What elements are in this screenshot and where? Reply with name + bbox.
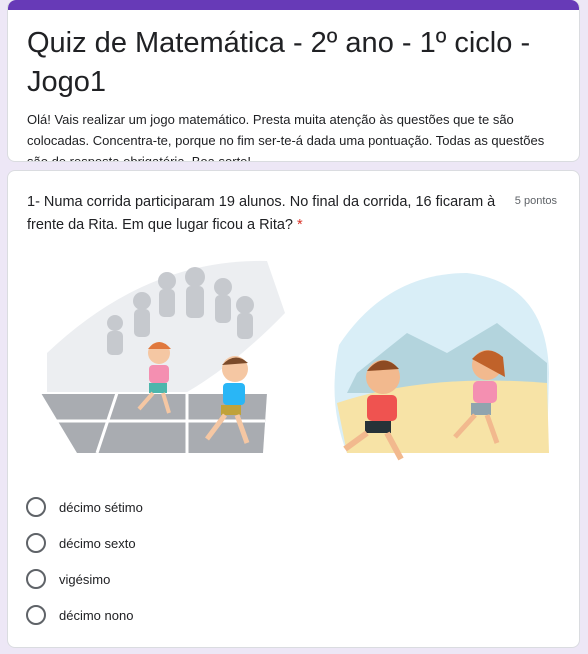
- option-decimo-sexto[interactable]: décimo sexto: [26, 525, 143, 561]
- option-decimo-nono[interactable]: décimo nono: [26, 597, 143, 633]
- question-text: 1- Numa corrida participaram 19 alunos. …: [27, 194, 496, 233]
- answer-options: décimo sétimo décimo sexto vigésimo déci…: [26, 489, 143, 633]
- option-label: décimo sexto: [59, 535, 136, 551]
- option-label: décimo nono: [59, 607, 134, 623]
- radio-button[interactable]: [26, 497, 46, 517]
- option-label: vigésimo: [59, 571, 111, 587]
- radio-button[interactable]: [26, 605, 46, 625]
- option-vigesimo[interactable]: vigésimo: [26, 561, 143, 597]
- form-header-card: Quiz de Matemática - 2º ano - 1º ciclo -…: [7, 0, 580, 162]
- question-points: 5 pontos: [514, 195, 557, 207]
- option-label: décimo sétimo: [59, 499, 143, 515]
- radio-button[interactable]: [26, 569, 46, 589]
- left-scene-image: [41, 260, 285, 454]
- form-title: Quiz de Matemática - 2º ano - 1º ciclo -…: [27, 27, 531, 98]
- form-description: Olá! Vais realizar um jogo matemático. P…: [27, 112, 545, 162]
- accent-bar: [8, 0, 579, 10]
- question-card: 1- Numa corrida participaram 19 alunos. …: [7, 170, 580, 648]
- right-scene-image: [334, 273, 549, 461]
- radio-button[interactable]: [26, 533, 46, 553]
- option-decimo-setimo[interactable]: décimo sétimo: [26, 489, 143, 525]
- race-illustration: [41, 260, 549, 461]
- question-title: 1- Numa corrida participaram 19 alunos. …: [27, 191, 497, 237]
- required-marker: *: [297, 217, 303, 233]
